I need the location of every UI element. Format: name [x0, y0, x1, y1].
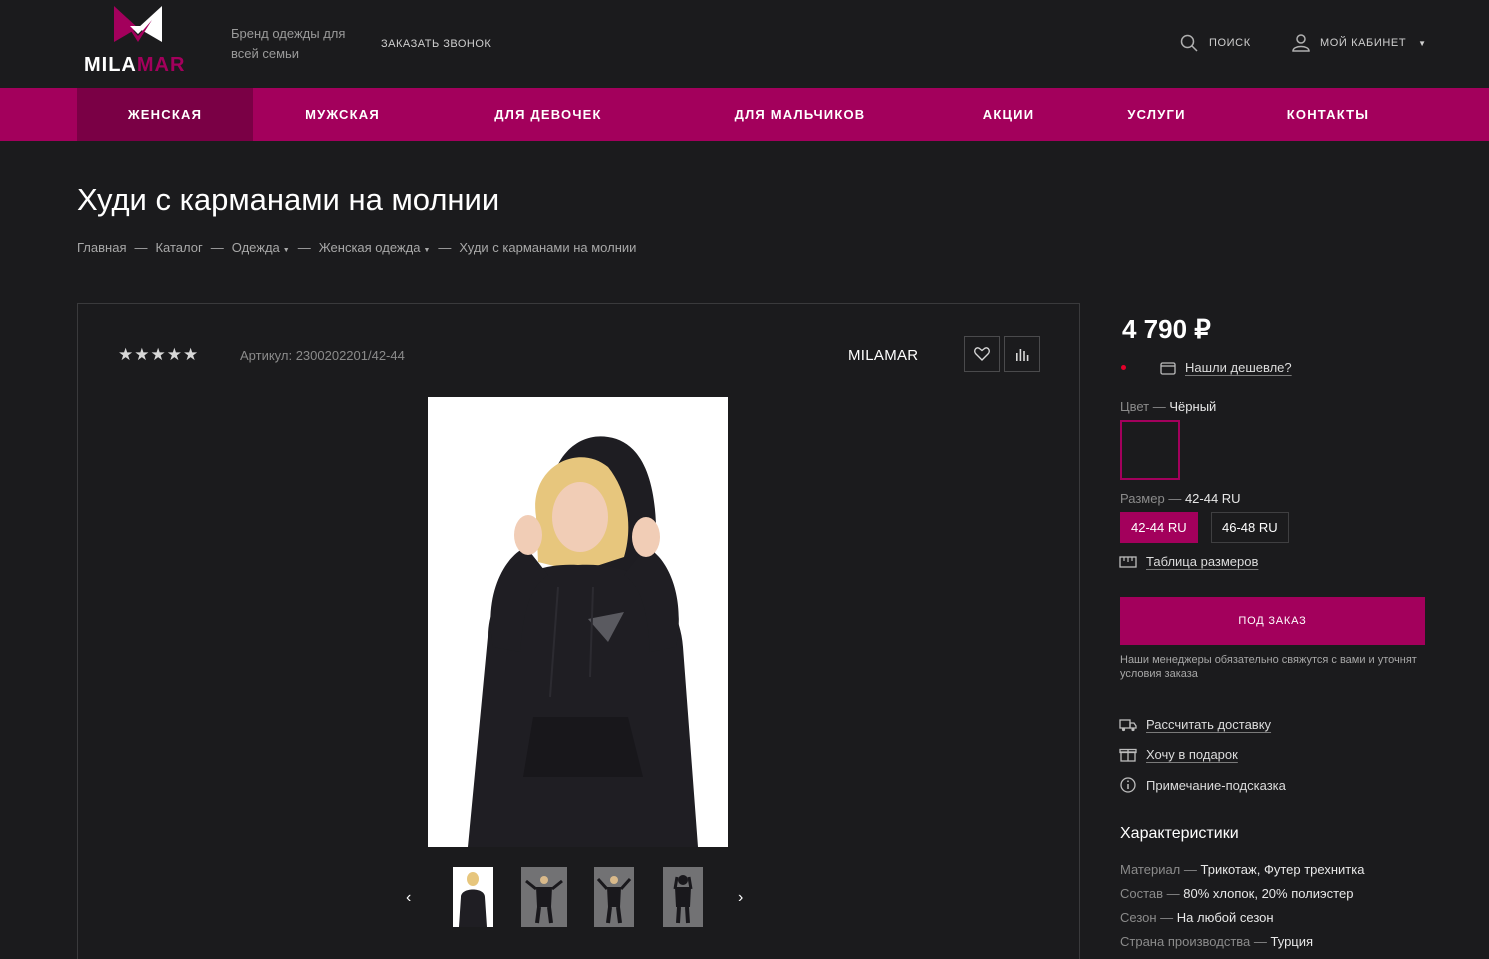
- chevron-left-icon[interactable]: ‹: [406, 889, 411, 907]
- nav-item-women[interactable]: ЖЕНСКАЯ: [77, 88, 253, 141]
- thumbnail-strip: ‹ ›: [398, 867, 758, 927]
- breadcrumb-separator: —: [134, 240, 148, 255]
- hoodie-model-photo: [428, 397, 728, 847]
- hoodie-thumb-3: [594, 867, 634, 927]
- breadcrumb-separator: —: [297, 240, 311, 255]
- size-option-46-48[interactable]: 46-48 RU: [1211, 512, 1289, 543]
- truck-icon: [1119, 718, 1137, 731]
- nav-item-services[interactable]: УСЛУГИ: [1104, 88, 1209, 141]
- size-option-42-44[interactable]: 42-44 RU: [1120, 512, 1198, 543]
- delivery-calc-label: Рассчитать доставку: [1146, 717, 1272, 732]
- account-menu[interactable]: МОЙ КАБИНЕТ ▼: [1292, 34, 1427, 52]
- breadcrumb-catalog[interactable]: Каталог: [155, 240, 202, 255]
- breadcrumb-clothing[interactable]: Одежда ▼: [232, 240, 290, 255]
- hoodie-thumb-2: [521, 867, 567, 927]
- thumbnail-3[interactable]: [594, 867, 634, 927]
- size-line: Размер — 42-44 RU: [1120, 491, 1241, 506]
- gift-link[interactable]: Хочу в подарок: [1119, 746, 1238, 762]
- user-icon: [1292, 34, 1310, 52]
- order-note: Наши менеджеры обязательно свяжутся с ва…: [1120, 654, 1417, 680]
- thumbnail-4[interactable]: [663, 867, 703, 927]
- wishlist-button[interactable]: [964, 336, 1000, 372]
- info-icon: [1120, 777, 1136, 793]
- search-button[interactable]: ПОИСК: [1180, 34, 1251, 52]
- search-label: ПОИСК: [1209, 37, 1251, 49]
- nav-item-contacts[interactable]: КОНТАКТЫ: [1264, 88, 1392, 141]
- milamar-logo[interactable]: MILAMAR: [84, 6, 194, 76]
- page-title: Худи с карманами на молнии: [77, 182, 500, 217]
- chevron-right-icon[interactable]: ›: [738, 889, 743, 907]
- gift-icon: [1119, 748, 1137, 762]
- found-cheaper-link[interactable]: Нашли дешевле?: [1160, 360, 1292, 375]
- nav-item-boys[interactable]: ДЛЯ МАЛЬЧИКОВ: [710, 88, 890, 141]
- caret-down-icon: ▼: [1418, 38, 1427, 48]
- product-gallery-card: ★★★★★ Артикул: 2300202201/42-44 MILAMAR: [77, 303, 1080, 959]
- hoodie-thumb-4: [663, 867, 703, 927]
- size-label: Размер: [1120, 491, 1165, 506]
- status-dot: [1121, 365, 1126, 370]
- thumbnail-1[interactable]: [453, 867, 493, 927]
- product-main-image[interactable]: [428, 397, 728, 847]
- caret-down-icon: ▼: [282, 247, 290, 254]
- size-table-link[interactable]: Таблица размеров: [1119, 554, 1258, 569]
- delivery-calc-link[interactable]: Рассчитать доставку: [1119, 717, 1271, 732]
- brand-name[interactable]: MILAMAR: [848, 347, 918, 364]
- nav-item-men[interactable]: МУЖСКАЯ: [270, 88, 415, 141]
- breadcrumb-home[interactable]: Главная: [77, 240, 126, 255]
- logo-wordmark: MILAMAR: [84, 54, 186, 76]
- size-value: 42-44 RU: [1184, 491, 1241, 506]
- breadcrumb-separator: —: [438, 240, 452, 255]
- hoodie-thumb-1: [453, 867, 493, 927]
- characteristics-title: Характеристики: [1120, 825, 1239, 842]
- brand-tagline: Бренд одежды для всей семьи: [231, 26, 346, 61]
- color-value: Чёрный: [1169, 399, 1217, 414]
- color-line: Цвет — Чёрный: [1120, 399, 1217, 414]
- account-label: МОЙ КАБИНЕТ: [1320, 37, 1407, 49]
- compare-button[interactable]: [1004, 336, 1040, 372]
- color-swatch-black[interactable]: [1120, 420, 1180, 480]
- rating-stars[interactable]: ★★★★★: [118, 345, 199, 365]
- breadcrumb-separator: —: [210, 240, 224, 255]
- nav-item-girls[interactable]: ДЛЯ ДЕВОЧЕК: [470, 88, 626, 141]
- breadcrumb: Главная — Каталог — Одежда ▼ — Женская од…: [77, 240, 636, 255]
- size-table-label: Таблица размеров: [1146, 554, 1259, 569]
- callback-link[interactable]: ЗАКАЗАТЬ ЗВОНОК: [381, 38, 491, 50]
- characteristic-row: Состав — 80% хлопок, 20% полиэстер: [1120, 886, 1354, 901]
- caret-down-icon: ▼: [423, 247, 431, 254]
- bar-chart-icon: [1016, 349, 1029, 361]
- article-number: Артикул: 2300202201/42-44: [240, 348, 405, 363]
- characteristic-row: Материал — Трикотаж, Футер трехнитка: [1120, 862, 1365, 877]
- heart-icon: [974, 347, 990, 361]
- hint-label: Примечание-подсказка: [1146, 777, 1286, 793]
- color-label: Цвет: [1120, 399, 1150, 414]
- site-header: MILAMAR Бренд одежды для всей семьи ЗАКА…: [0, 0, 1489, 88]
- search-icon: [1180, 34, 1198, 52]
- wallet-icon: [1160, 361, 1176, 375]
- characteristic-row: Сезон — На любой сезон: [1120, 910, 1274, 925]
- logo-mark-icon: [114, 6, 162, 42]
- breadcrumb-women-clothing[interactable]: Женская одежда ▼: [319, 240, 431, 255]
- hint-note[interactable]: Примечание-подсказка: [1119, 776, 1286, 794]
- main-nav: ЖЕНСКАЯ МУЖСКАЯ ДЛЯ ДЕВОЧЕК ДЛЯ МАЛЬЧИКО…: [0, 88, 1489, 141]
- ruler-icon: [1119, 555, 1137, 568]
- thumbnail-2[interactable]: [521, 867, 567, 927]
- found-cheaper-label: Нашли дешевле?: [1185, 360, 1292, 375]
- preorder-button[interactable]: ПОД ЗАКАЗ: [1120, 597, 1425, 645]
- product-price: 4 790 ₽: [1122, 314, 1211, 344]
- characteristic-row: Страна производства — Турция: [1120, 934, 1314, 949]
- breadcrumb-current: Худи с карманами на молнии: [459, 240, 637, 255]
- gift-label: Хочу в подарок: [1146, 746, 1238, 762]
- nav-item-sales[interactable]: АКЦИИ: [960, 88, 1057, 141]
